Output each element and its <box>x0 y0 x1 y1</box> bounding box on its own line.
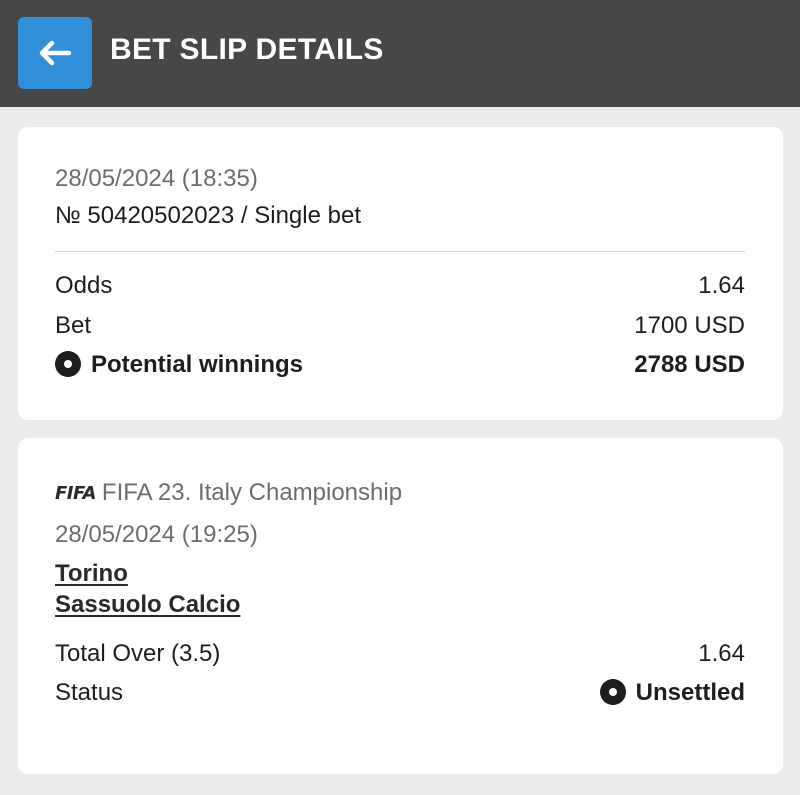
league-name: FIFA 23. Italy Championship <box>101 479 403 506</box>
team-home-row: Torino <box>55 559 128 589</box>
potential-winnings-row: Potential winnings <box>55 350 303 380</box>
team-away-link[interactable]: Sassuolo Calcio <box>55 591 240 618</box>
fifa-logo-icon: FIFA <box>55 483 96 504</box>
league-row: FIFA FIFA 23. Italy Championship <box>55 478 402 509</box>
market-label: Total Over (3.5) <box>55 640 221 667</box>
potential-winnings-label: Potential winnings <box>91 351 304 378</box>
event-card: FIFA FIFA 23. Italy Championship 28/05/20… <box>18 438 783 774</box>
ticket-number: № 50420502023 / Single bet <box>55 202 361 229</box>
status-label: Status <box>55 679 124 706</box>
bet-summary-card: 28/05/2024 (18:35) № 50420502023 / Singl… <box>18 127 783 420</box>
radio-dot-icon <box>599 679 626 705</box>
status-value: Unsettled <box>635 679 745 706</box>
event-datetime: 28/05/2024 (19:25) <box>55 521 258 548</box>
arrow-left-icon <box>39 40 72 66</box>
odds-value: 1.64 <box>698 272 745 299</box>
team-home-link[interactable]: Torino <box>55 560 128 587</box>
odds-label: Odds <box>55 272 113 299</box>
potential-winnings-value: 2788 USD <box>634 351 745 378</box>
radio-dot-icon <box>55 351 81 377</box>
team-away-row: Sassuolo Calcio <box>55 590 240 620</box>
market-odds: 1.64 <box>698 640 745 667</box>
page-title: BET SLIP DETAILS <box>110 33 384 66</box>
status-badge: Unsettled <box>599 678 745 708</box>
divider <box>55 251 745 252</box>
bet-datetime: 28/05/2024 (18:35) <box>55 165 258 192</box>
bet-label: Bet <box>55 312 92 339</box>
back-button[interactable] <box>18 17 92 89</box>
top-bar: BET SLIP DETAILS <box>0 0 800 107</box>
bet-amount: 1700 USD <box>634 312 745 339</box>
